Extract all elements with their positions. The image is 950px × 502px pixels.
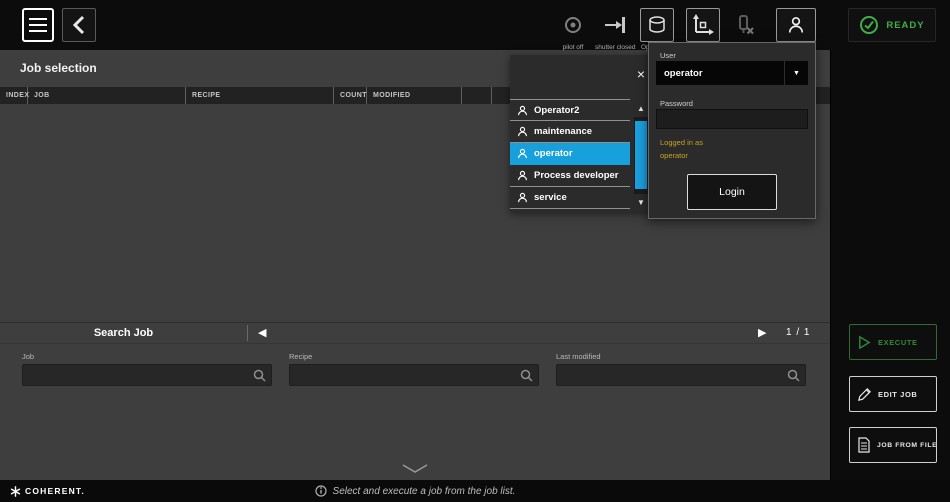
logged-in-user-text: operator xyxy=(660,151,688,160)
recipe-search-field[interactable] xyxy=(289,364,539,386)
page-next-button[interactable]: ▶ xyxy=(758,323,766,343)
chevron-left-icon xyxy=(72,15,86,35)
user-icon xyxy=(517,192,528,203)
job-from-file-button[interactable]: JOB FROM FILE xyxy=(849,427,937,463)
user-list-item-operator[interactable]: operator xyxy=(510,143,630,165)
page-indicator: 1 / 1 xyxy=(786,323,810,343)
job-search-input[interactable] xyxy=(23,365,271,385)
play-icon xyxy=(857,335,872,350)
app-window: pilot off shutter closed Op xyxy=(0,0,950,502)
pencil-icon xyxy=(857,387,872,402)
job-search-field[interactable] xyxy=(22,364,272,386)
search-job-bar: Search Job ◀ ▶ 1 / 1 xyxy=(0,322,830,344)
status-message: Select and execute a job from the job li… xyxy=(333,486,516,497)
user-list-item-label: Process developer xyxy=(534,170,619,181)
job-filter-label: Job xyxy=(22,352,272,361)
search-job-title: Search Job xyxy=(0,323,247,343)
user-field-label: User xyxy=(660,51,676,60)
scroll-down-icon[interactable]: ▼ xyxy=(634,196,648,210)
login-button[interactable]: Login xyxy=(687,174,777,210)
axes-icon xyxy=(686,8,720,42)
column-header-modified: MODIFIED xyxy=(367,87,462,104)
password-field-label: Password xyxy=(660,99,693,108)
page-title: Job selection xyxy=(20,61,97,75)
last-modified-search-input[interactable] xyxy=(557,365,805,385)
user-list-item-maintenance[interactable]: maintenance xyxy=(510,121,630,143)
ready-label: READY xyxy=(886,20,924,31)
user-icon xyxy=(517,105,528,116)
user-button[interactable] xyxy=(776,8,816,42)
pilot-laser-button[interactable]: pilot off xyxy=(556,8,590,51)
menu-button[interactable] xyxy=(22,8,54,42)
user-select-value: operator xyxy=(656,68,784,79)
column-header-spacer xyxy=(462,87,492,104)
ready-check-icon xyxy=(859,15,879,35)
pilot-label: pilot off xyxy=(563,44,584,51)
recipe-search-input[interactable] xyxy=(290,365,538,385)
execute-button[interactable]: EXECUTE xyxy=(849,324,937,360)
shutter-icon xyxy=(598,8,632,42)
page-previous-button[interactable]: ◀ xyxy=(258,323,266,343)
position-button[interactable] xyxy=(686,8,720,42)
user-list-item-process-developer[interactable]: Process developer xyxy=(510,165,630,187)
user-list-item-label: Operator2 xyxy=(534,105,579,116)
user-list-item-operator2[interactable]: Operator2 xyxy=(510,99,630,121)
user-list-item-label: maintenance xyxy=(534,126,592,137)
column-header-recipe: RECIPE xyxy=(186,87,334,104)
user-list: Operator2 maintenance operator Process d… xyxy=(510,55,630,212)
user-icon xyxy=(776,8,816,42)
info-icon xyxy=(315,485,327,497)
ready-button[interactable]: READY xyxy=(848,8,936,42)
user-list-item-label: operator xyxy=(534,148,573,159)
execute-label: EXECUTE xyxy=(878,338,918,347)
column-header-job: JOB xyxy=(28,87,186,104)
back-button[interactable] xyxy=(62,8,96,42)
pilot-light-icon xyxy=(556,8,590,42)
last-modified-filter: Last modified xyxy=(556,352,806,386)
user-list-item-service[interactable]: service xyxy=(510,187,630,209)
shutter-label: shutter closed xyxy=(595,44,635,51)
status-message-area: Select and execute a job from the job li… xyxy=(0,480,830,502)
recipe-filter: Recipe xyxy=(289,352,539,386)
user-list-item-label: service xyxy=(534,192,567,203)
edit-job-label: EDIT JOB xyxy=(878,390,917,399)
search-divider xyxy=(247,325,248,341)
user-icon xyxy=(517,170,528,181)
recipe-filter-label: Recipe xyxy=(289,352,539,361)
last-modified-filter-label: Last modified xyxy=(556,352,806,361)
shutter-button[interactable]: shutter closed xyxy=(595,8,635,51)
column-header-count: COUNT xyxy=(334,87,367,104)
job-filter: Job xyxy=(22,352,272,386)
column-header-index: INDEX xyxy=(0,87,28,104)
edit-job-button[interactable]: EDIT JOB xyxy=(849,376,937,412)
device-disconnected-icon xyxy=(727,8,761,42)
status-bar: COHERENT. Select and execute a job from … xyxy=(0,480,950,502)
last-modified-search-field[interactable] xyxy=(556,364,806,386)
chevron-down-icon xyxy=(401,463,429,474)
cylinder-icon xyxy=(640,8,674,42)
user-select[interactable]: operator ▼ xyxy=(656,61,808,85)
scroll-up-icon[interactable]: ▲ xyxy=(634,102,648,116)
password-input[interactable] xyxy=(656,109,808,129)
login-panel: User operator ▼ Password Logged in as op… xyxy=(648,42,816,219)
action-sidebar: EXECUTE EDIT JOB JOB FROM FILE xyxy=(830,50,950,480)
user-icon xyxy=(517,148,528,159)
file-icon xyxy=(857,437,871,453)
job-from-file-label: JOB FROM FILE xyxy=(877,442,937,449)
scrollbar-track[interactable] xyxy=(634,117,648,194)
user-icon xyxy=(517,126,528,137)
logged-in-as-text: Logged in as xyxy=(660,138,703,147)
scrollbar-thumb[interactable] xyxy=(635,121,647,189)
device-disconnected-button[interactable] xyxy=(727,8,761,42)
user-selection-dropdown: Operator2 maintenance operator Process d… xyxy=(510,55,652,212)
chevron-down-icon[interactable]: ▼ xyxy=(784,61,808,85)
expand-chevron[interactable] xyxy=(400,461,430,479)
